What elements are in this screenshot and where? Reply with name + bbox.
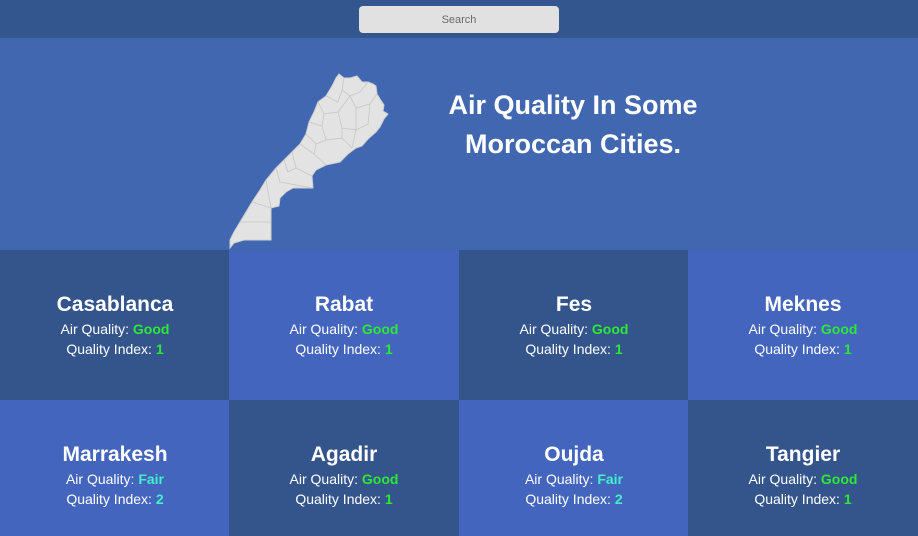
quality-index-value: 1 bbox=[384, 341, 393, 357]
city-card-fes: Fes Air Quality: Good Quality Index: 1 bbox=[459, 250, 689, 400]
quality-index-label: Quality Index: bbox=[66, 341, 152, 357]
city-name: Casablanca bbox=[56, 293, 174, 316]
morocco-map-icon bbox=[229, 73, 389, 250]
quality-index-line: Quality Index: 1 bbox=[688, 491, 918, 507]
quality-index-label: Quality Index: bbox=[754, 491, 840, 507]
quality-index-label: Quality Index: bbox=[295, 491, 381, 507]
air-quality-value: Good bbox=[820, 471, 858, 487]
air-quality-label: Air Quality: bbox=[60, 321, 130, 337]
city-card-oujda: Oujda Air Quality: Fair Quality Index: 2 bbox=[459, 400, 689, 536]
city-card-rabat: Rabat Air Quality: Good Quality Index: 1 bbox=[229, 250, 459, 400]
city-name: Oujda bbox=[544, 443, 604, 466]
air-quality-line: Air Quality: Fair bbox=[459, 471, 689, 487]
page-title: Air Quality In Some Moroccan Cities. bbox=[448, 90, 698, 159]
air-quality-line: Air Quality: Good bbox=[229, 321, 459, 337]
quality-index-label: Quality Index: bbox=[525, 491, 611, 507]
quality-index-value: 2 bbox=[614, 491, 623, 507]
quality-index-line: Quality Index: 2 bbox=[0, 491, 230, 507]
air-quality-line: Air Quality: Fair bbox=[0, 471, 230, 487]
city-name: Marrakesh bbox=[62, 443, 168, 466]
city-name: Tangier bbox=[765, 443, 841, 466]
city-grid: Casablanca Air Quality: Good Quality Ind… bbox=[0, 250, 918, 536]
city-name: Fes bbox=[555, 293, 593, 316]
air-quality-label: Air Quality: bbox=[65, 471, 135, 487]
air-quality-label: Air Quality: bbox=[748, 321, 818, 337]
air-quality-value: Good bbox=[132, 321, 170, 337]
quality-index-label: Quality Index: bbox=[754, 341, 840, 357]
air-quality-label: Air Quality: bbox=[519, 321, 589, 337]
city-card-marrakesh: Marrakesh Air Quality: Fair Quality Inde… bbox=[0, 400, 230, 536]
quality-index-line: Quality Index: 1 bbox=[459, 341, 689, 357]
search-input[interactable] bbox=[359, 6, 559, 33]
quality-index-label: Quality Index: bbox=[525, 341, 611, 357]
city-name: Rabat bbox=[314, 293, 374, 316]
quality-index-label: Quality Index: bbox=[66, 491, 152, 507]
air-quality-value: Fair bbox=[138, 471, 165, 487]
quality-index-value: 2 bbox=[155, 491, 164, 507]
air-quality-line: Air Quality: Good bbox=[688, 471, 918, 487]
city-card-tangier: Tangier Air Quality: Good Quality Index:… bbox=[688, 400, 918, 536]
air-quality-line: Air Quality: Good bbox=[688, 321, 918, 337]
quality-index-value: 1 bbox=[384, 491, 393, 507]
quality-index-value: 1 bbox=[843, 491, 852, 507]
city-card-meknes: Meknes Air Quality: Good Quality Index: … bbox=[688, 250, 918, 400]
air-quality-line: Air Quality: Good bbox=[0, 321, 230, 337]
air-quality-label: Air Quality: bbox=[748, 471, 818, 487]
air-quality-value: Fair bbox=[597, 471, 624, 487]
air-quality-value: Good bbox=[591, 321, 629, 337]
air-quality-value: Good bbox=[361, 471, 399, 487]
top-bar bbox=[0, 0, 918, 39]
city-name: Agadir bbox=[310, 443, 378, 466]
air-quality-value: Good bbox=[820, 321, 858, 337]
air-quality-value: Good bbox=[361, 321, 399, 337]
air-quality-line: Air Quality: Good bbox=[229, 471, 459, 487]
quality-index-line: Quality Index: 1 bbox=[0, 341, 230, 357]
quality-index-value: 1 bbox=[614, 341, 623, 357]
quality-index-value: 1 bbox=[155, 341, 164, 357]
air-quality-label: Air Quality: bbox=[289, 471, 359, 487]
quality-index-line: Quality Index: 1 bbox=[229, 491, 459, 507]
quality-index-line: Quality Index: 2 bbox=[459, 491, 689, 507]
city-name: Meknes bbox=[764, 293, 842, 316]
quality-index-label: Quality Index: bbox=[295, 341, 381, 357]
air-quality-label: Air Quality: bbox=[524, 471, 594, 487]
quality-index-line: Quality Index: 1 bbox=[688, 341, 918, 357]
air-quality-line: Air Quality: Good bbox=[459, 321, 689, 337]
city-card-casablanca: Casablanca Air Quality: Good Quality Ind… bbox=[0, 250, 230, 400]
air-quality-label: Air Quality: bbox=[289, 321, 359, 337]
quality-index-value: 1 bbox=[843, 341, 852, 357]
quality-index-line: Quality Index: 1 bbox=[229, 341, 459, 357]
city-card-agadir: Agadir Air Quality: Good Quality Index: … bbox=[229, 400, 459, 536]
